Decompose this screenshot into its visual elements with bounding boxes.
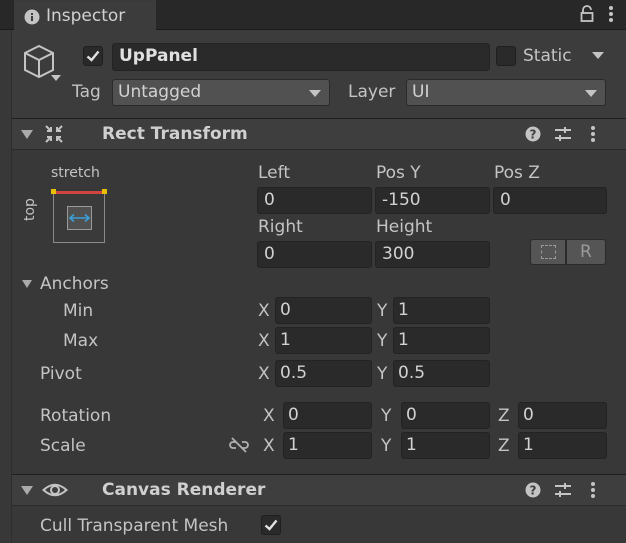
help-icon[interactable]: ? (525, 126, 541, 142)
anchors-min-label: Min (63, 301, 94, 321)
pivot-y-input[interactable]: 0.5 (393, 360, 490, 387)
anchor-preset-button[interactable] (51, 189, 107, 243)
static-label: Static (523, 46, 572, 66)
cull-transparent-mesh-checkbox[interactable] (261, 515, 281, 535)
scale-label: Scale (40, 436, 86, 456)
component-menu-icon[interactable] (591, 482, 595, 500)
axis-y-label: Y (377, 301, 388, 321)
active-checkbox[interactable] (83, 46, 103, 66)
rotation-y-input[interactable]: 0 (401, 402, 490, 429)
scale-x-input[interactable]: 1 (283, 432, 372, 459)
anchors-min-y-input[interactable]: 1 (393, 297, 490, 324)
icon-dropdown-arrow[interactable] (51, 75, 61, 81)
rect-transform-title: Rect Transform (102, 124, 248, 144)
layer-label: Layer (348, 82, 396, 102)
check-icon (264, 519, 278, 531)
scale-y-input[interactable]: 1 (401, 432, 490, 459)
info-icon (24, 9, 40, 25)
height-input[interactable]: 300 (375, 241, 490, 268)
layer-value: UI (412, 82, 430, 102)
svg-text:?: ? (530, 128, 537, 142)
horizontal-stretch-icon (69, 213, 90, 223)
eye-icon (42, 483, 68, 497)
axis-x-label: X (258, 301, 270, 321)
axis-x-label: X (263, 406, 275, 426)
left-edge (0, 30, 12, 543)
tag-label: Tag (72, 82, 101, 102)
rotation-z-input[interactable]: 0 (518, 402, 607, 429)
height-label: Height (376, 217, 433, 237)
left-input[interactable]: 0 (257, 187, 372, 214)
pivot-x-input[interactable]: 0.5 (275, 360, 372, 387)
right-input[interactable]: 0 (257, 241, 372, 268)
tab-title: Inspector (46, 6, 126, 26)
axis-z-label: Z (498, 406, 510, 426)
rotation-x-input[interactable]: 0 (283, 402, 372, 429)
left-label: Left (258, 163, 290, 183)
axis-y-label: Y (377, 364, 388, 384)
anchor-dot-right (102, 189, 107, 194)
tag-value: Untagged (118, 82, 202, 102)
object-name-input[interactable]: UpPanel (112, 43, 490, 71)
canvas-renderer-title: Canvas Renderer (102, 480, 266, 500)
anchor-preset-top-label: stretch (51, 165, 100, 181)
svg-text:?: ? (530, 484, 537, 498)
anchors-max-y-input[interactable]: 1 (393, 327, 490, 354)
static-dropdown-arrow[interactable] (592, 52, 604, 59)
anchors-max-label: Max (63, 331, 99, 351)
axis-x-label: X (258, 364, 270, 384)
axis-y-label: Y (377, 331, 388, 351)
blueprint-mode-button[interactable] (530, 239, 566, 265)
blueprint-icon (541, 245, 556, 259)
layer-dropdown[interactable]: UI (406, 79, 606, 106)
anchor-dot-left (51, 189, 56, 194)
unlink-constrain-icon[interactable] (229, 436, 249, 454)
tab-inspector[interactable]: Inspector (14, 0, 156, 30)
raw-edit-button[interactable]: R (566, 239, 606, 265)
anchor-stretch-line (53, 191, 105, 194)
raw-edit-label: R (580, 242, 592, 262)
right-label: Right (258, 217, 303, 237)
canvas-renderer-fold-icon[interactable] (21, 486, 33, 495)
anchor-preset-side-label: top (22, 198, 38, 221)
pos-y-label: Pos Y (376, 163, 421, 183)
pos-y-input[interactable]: -150 (375, 187, 490, 214)
tag-dropdown[interactable]: Untagged (112, 79, 330, 106)
anchors-fold-icon[interactable] (22, 280, 32, 288)
axis-y-label: Y (381, 406, 392, 426)
rect-transform-fold-icon[interactable] (21, 130, 33, 139)
lock-icon[interactable] (579, 5, 595, 23)
chevron-down-icon (585, 90, 597, 97)
axis-x-label: X (263, 436, 275, 456)
cull-transparent-mesh-label: Cull Transparent Mesh (40, 516, 229, 536)
axis-x-label: X (258, 331, 270, 351)
axis-z-label: Z (498, 436, 510, 456)
chevron-down-icon (309, 90, 321, 97)
anchor-rect (67, 206, 92, 230)
rotation-label: Rotation (40, 406, 112, 426)
static-checkbox[interactable] (496, 46, 516, 66)
anchors-min-x-input[interactable]: 0 (275, 297, 372, 324)
tab-menu-icon[interactable] (609, 6, 613, 24)
anchors-label[interactable]: Anchors (40, 276, 109, 293)
pos-z-label: Pos Z (494, 163, 540, 183)
anchors-max-x-input[interactable]: 1 (275, 327, 372, 354)
check-icon (86, 50, 100, 62)
rect-transform-icon (45, 125, 63, 143)
axis-y-label: Y (381, 436, 392, 456)
preset-sliders-icon[interactable] (554, 482, 572, 498)
pivot-label: Pivot (40, 364, 82, 384)
component-menu-icon[interactable] (591, 126, 595, 144)
preset-sliders-icon[interactable] (554, 126, 572, 142)
help-icon[interactable]: ? (525, 482, 541, 498)
pos-z-input[interactable]: 0 (493, 187, 607, 214)
scale-z-input[interactable]: 1 (518, 432, 607, 459)
